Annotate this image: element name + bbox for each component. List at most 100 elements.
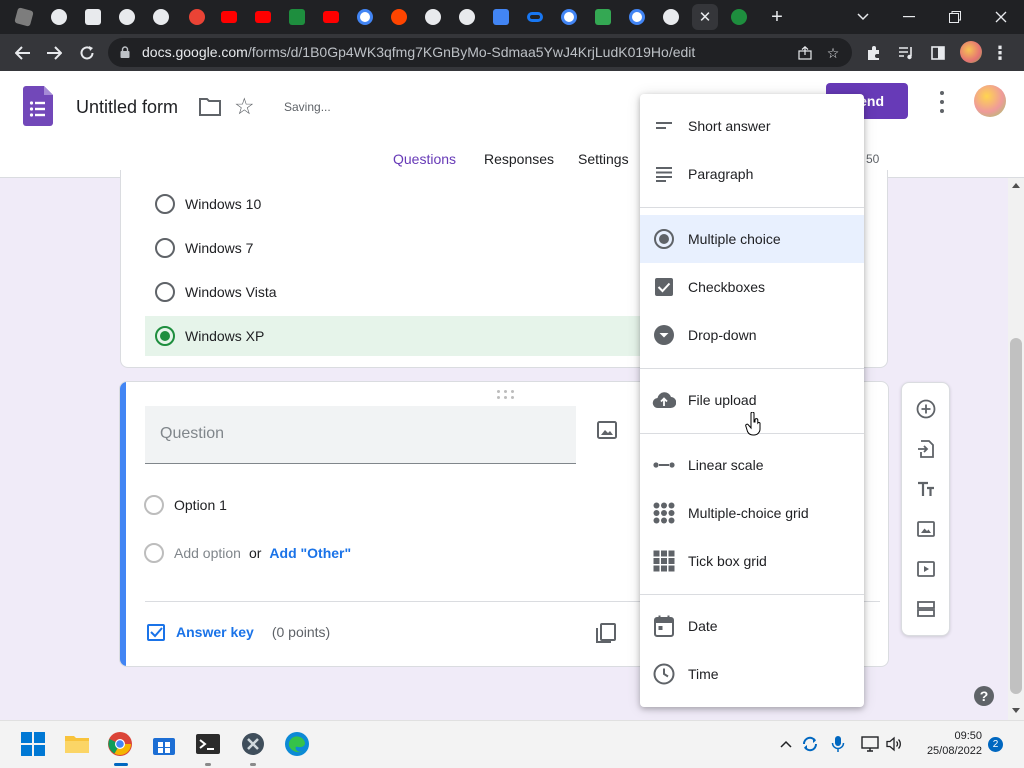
media-control-icon[interactable] bbox=[896, 43, 916, 63]
tab-record[interactable] bbox=[184, 4, 210, 30]
volume-icon[interactable] bbox=[885, 735, 903, 753]
radio-button[interactable] bbox=[155, 282, 175, 302]
option-row[interactable]: Option 1 bbox=[144, 490, 227, 520]
scroll-up-arrow-icon[interactable] bbox=[1012, 183, 1020, 188]
option-row-correct[interactable]: Windows XP bbox=[145, 316, 645, 356]
reload-button[interactable] bbox=[76, 42, 98, 64]
tab-app[interactable] bbox=[284, 4, 310, 30]
system-clock[interactable]: 09:50 25/08/2022 bbox=[918, 729, 982, 759]
more-options-icon[interactable] bbox=[934, 91, 950, 113]
duplicate-icon[interactable] bbox=[595, 622, 617, 644]
extensions-icon[interactable] bbox=[864, 43, 884, 63]
tab-calendar[interactable] bbox=[80, 4, 106, 30]
file-explorer-icon[interactable] bbox=[64, 731, 90, 757]
radio-button[interactable] bbox=[155, 194, 175, 214]
tab-chrome[interactable] bbox=[114, 4, 140, 30]
menu-item-drop-down[interactable]: Drop-down bbox=[640, 311, 864, 359]
address-bar[interactable]: docs.google.com/forms/d/1B0Gp4WK3qfmg7KG… bbox=[108, 38, 852, 67]
tab-chat[interactable] bbox=[590, 4, 616, 30]
option-row[interactable]: Windows Vista bbox=[145, 272, 645, 312]
tab-chrome[interactable] bbox=[148, 4, 174, 30]
add-video-icon[interactable] bbox=[914, 557, 938, 581]
add-other-link[interactable]: Add "Other" bbox=[269, 545, 351, 561]
scroll-thumb[interactable] bbox=[1010, 338, 1022, 694]
notification-badge[interactable]: 2 bbox=[988, 737, 1003, 752]
snipping-tool-icon[interactable] bbox=[240, 731, 266, 757]
microphone-icon[interactable] bbox=[829, 735, 847, 753]
browser-menu-icon[interactable]: ⋮ bbox=[990, 43, 1010, 63]
menu-item-multiple-choice-grid[interactable]: Multiple-choice grid bbox=[640, 489, 864, 537]
radio-button[interactable] bbox=[155, 238, 175, 258]
tab-reddit[interactable] bbox=[386, 4, 412, 30]
sync-icon[interactable] bbox=[801, 735, 819, 753]
tab-youtube[interactable] bbox=[216, 4, 242, 30]
import-questions-icon[interactable] bbox=[914, 437, 938, 461]
terminal-icon[interactable] bbox=[195, 731, 221, 757]
star-icon[interactable]: ☆ bbox=[234, 93, 255, 120]
bookmark-star-icon[interactable]: ☆ bbox=[824, 44, 842, 62]
tab-questions[interactable]: Questions bbox=[393, 151, 456, 167]
option-input[interactable]: Option 1 bbox=[174, 497, 227, 513]
network-icon[interactable] bbox=[861, 735, 879, 753]
add-section-icon[interactable] bbox=[914, 597, 938, 621]
page-scrollbar[interactable] bbox=[1008, 178, 1024, 720]
menu-item-linear-scale[interactable]: Linear scale bbox=[640, 441, 864, 489]
google-forms-logo[interactable] bbox=[23, 86, 53, 126]
tab-active-forms[interactable]: ✕ bbox=[692, 4, 718, 30]
edge-icon[interactable] bbox=[284, 731, 310, 757]
share-icon[interactable] bbox=[796, 44, 814, 62]
minimize-button[interactable] bbox=[898, 6, 920, 28]
option-row[interactable]: Windows 10 bbox=[145, 184, 645, 224]
tab-meta[interactable] bbox=[522, 4, 548, 30]
tab-chrome[interactable] bbox=[454, 4, 480, 30]
tab-chrome[interactable] bbox=[420, 4, 446, 30]
tab-close-icon[interactable]: ✕ bbox=[699, 8, 712, 26]
tab-chrome[interactable] bbox=[658, 4, 684, 30]
answer-key-button[interactable]: Answer key (0 points) bbox=[146, 622, 330, 642]
side-panel-icon[interactable] bbox=[928, 43, 948, 63]
menu-item-paragraph[interactable]: Paragraph bbox=[640, 150, 864, 198]
tab-youtube[interactable] bbox=[250, 4, 276, 30]
help-icon[interactable]: ? bbox=[974, 686, 994, 706]
tab-chat[interactable] bbox=[726, 4, 752, 30]
microsoft-store-icon[interactable] bbox=[151, 731, 177, 757]
add-image-icon[interactable] bbox=[597, 420, 617, 440]
back-button[interactable] bbox=[12, 42, 34, 64]
profile-avatar[interactable] bbox=[960, 41, 982, 63]
menu-item-time[interactable]: Time bbox=[640, 650, 864, 698]
add-title-icon[interactable] bbox=[914, 477, 938, 501]
add-image-icon[interactable] bbox=[914, 517, 938, 541]
menu-item-short-answer[interactable]: Short answer bbox=[640, 102, 864, 150]
chrome-icon[interactable] bbox=[107, 731, 133, 757]
tab-search-chevron-icon[interactable] bbox=[852, 6, 874, 28]
restore-button[interactable] bbox=[944, 6, 966, 28]
tab-google[interactable] bbox=[624, 4, 650, 30]
add-option-link[interactable]: Add option bbox=[174, 545, 241, 561]
account-avatar[interactable] bbox=[974, 85, 1006, 117]
tab-docs[interactable] bbox=[488, 4, 514, 30]
option-row[interactable]: Windows 7 bbox=[145, 228, 645, 268]
menu-item-checkboxes[interactable]: Checkboxes bbox=[640, 263, 864, 311]
radio-button-checked[interactable] bbox=[155, 326, 175, 346]
forward-button[interactable] bbox=[43, 42, 65, 64]
tab-google[interactable] bbox=[556, 4, 582, 30]
menu-item-date[interactable]: Date bbox=[640, 602, 864, 650]
new-tab-button[interactable]: + bbox=[766, 6, 788, 28]
drag-handle-icon[interactable] bbox=[497, 390, 515, 400]
windows-start-icon[interactable] bbox=[20, 731, 46, 757]
menu-item-tick-box-grid[interactable]: Tick box grid bbox=[640, 537, 864, 585]
tab-google[interactable] bbox=[352, 4, 378, 30]
tab-responses[interactable]: Responses bbox=[484, 151, 554, 167]
tab-settings[interactable]: Settings bbox=[578, 151, 629, 167]
tab-roblox[interactable] bbox=[11, 4, 37, 30]
folder-icon[interactable] bbox=[198, 96, 222, 118]
scroll-down-arrow-icon[interactable] bbox=[1012, 708, 1020, 713]
question-input[interactable]: Question bbox=[145, 406, 576, 464]
menu-item-multiple-choice[interactable]: Multiple choice bbox=[640, 215, 864, 263]
tray-chevron-icon[interactable] bbox=[777, 735, 795, 753]
tab-youtube[interactable] bbox=[318, 4, 344, 30]
add-question-icon[interactable] bbox=[914, 397, 938, 421]
window-close-button[interactable] bbox=[990, 6, 1012, 28]
tab-chrome[interactable] bbox=[46, 4, 72, 30]
form-title[interactable]: Untitled form bbox=[76, 97, 178, 118]
